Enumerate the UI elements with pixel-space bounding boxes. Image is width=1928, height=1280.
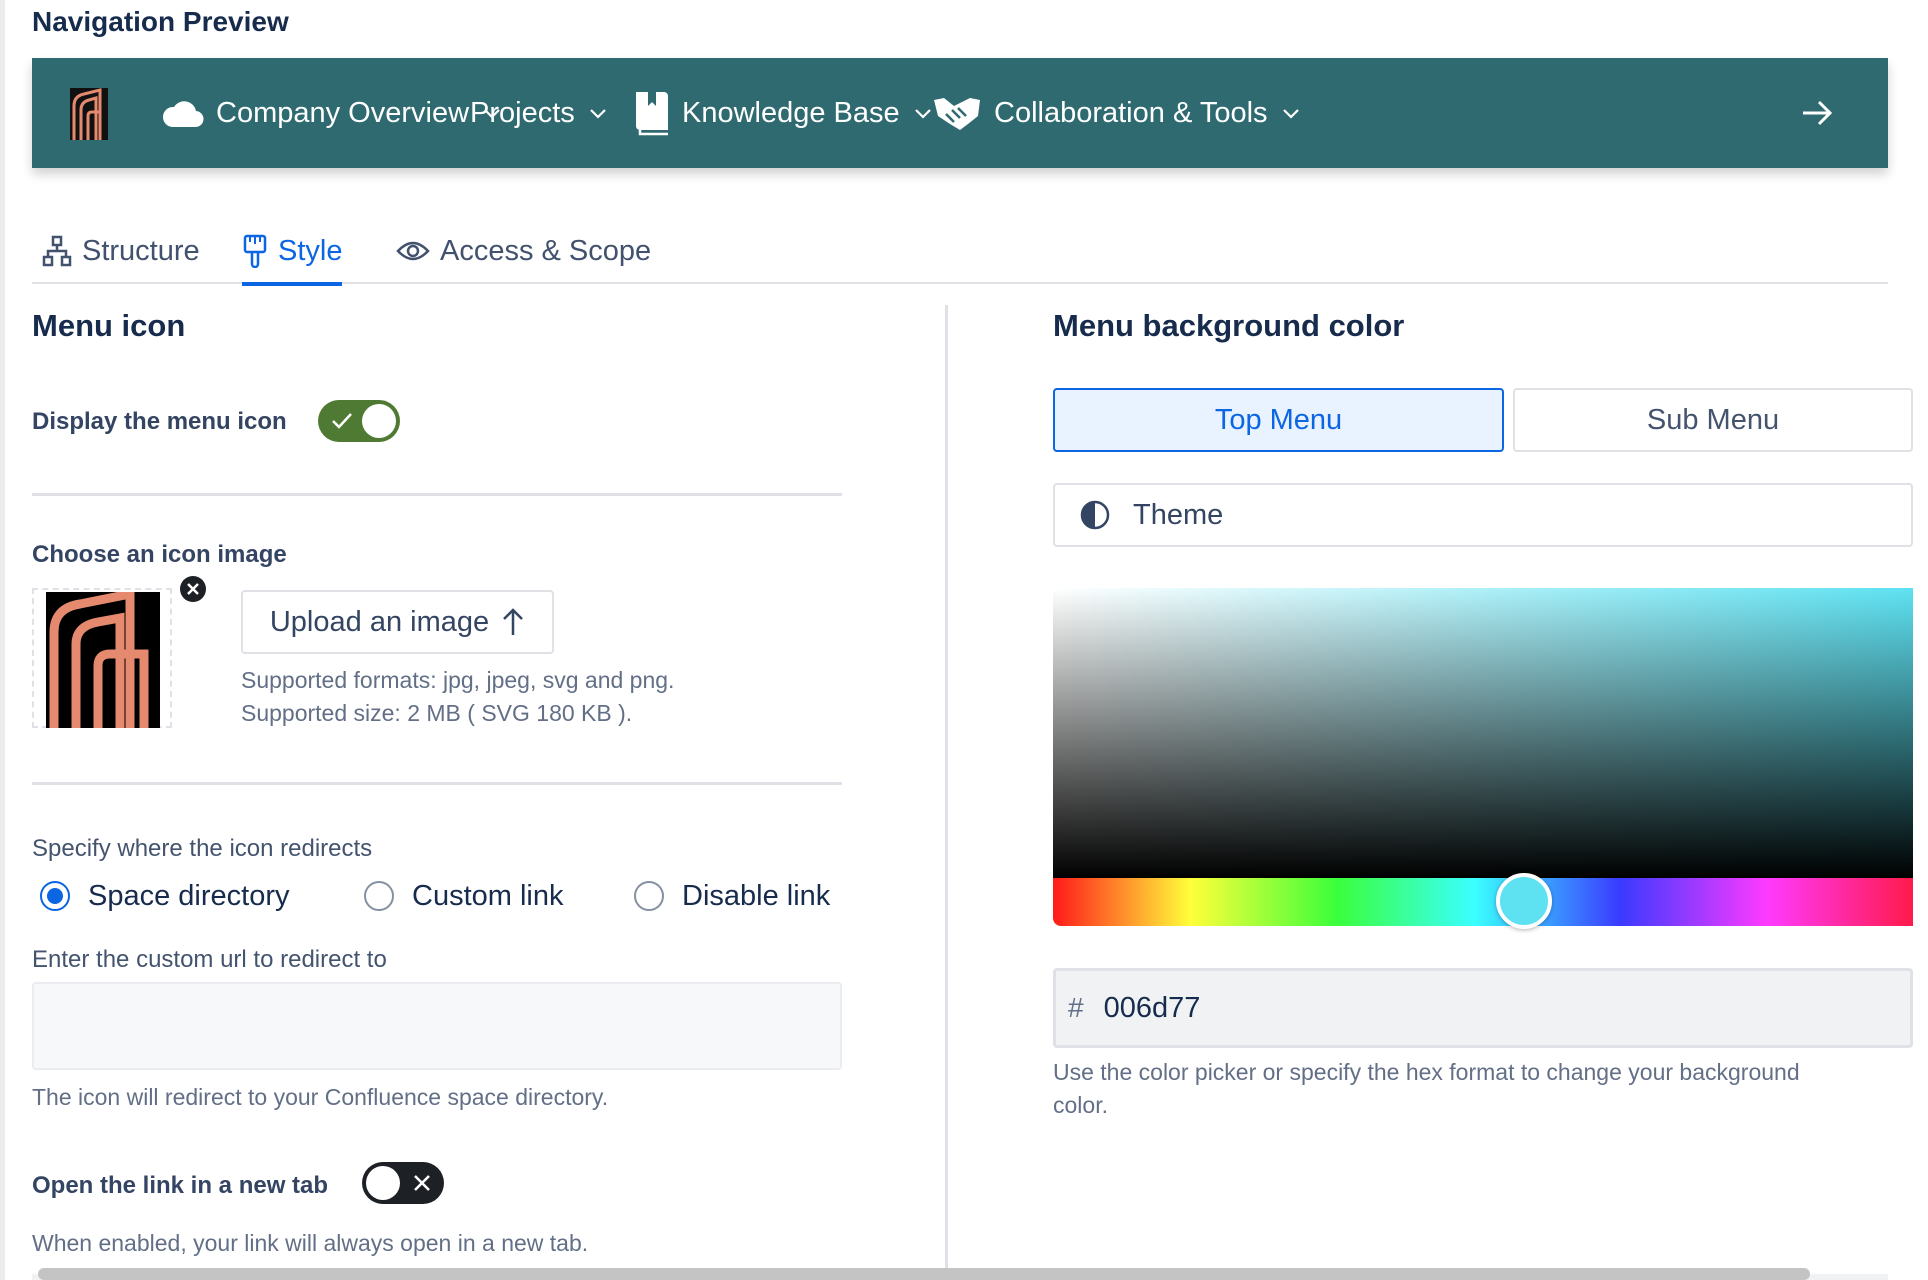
arrow-up-icon	[503, 608, 524, 635]
horizontal-scrollbar-thumb[interactable]	[38, 1268, 1810, 1280]
new-tab-help: When enabled, your link will always open…	[32, 1230, 589, 1256]
radio-disable-link[interactable]: Disable link	[634, 876, 830, 916]
preview-title: Navigation Preview	[32, 6, 289, 37]
radio-button[interactable]	[40, 881, 70, 911]
hex-value: 006d77	[1103, 991, 1201, 1024]
settings-tabs: Structure Style Access & Scope	[32, 218, 1888, 286]
radio-space-directory[interactable]: Space directory	[40, 876, 290, 916]
contrast-icon	[1080, 500, 1110, 530]
left-edge	[0, 0, 5, 1280]
tab-access-scope[interactable]: Access & Scope	[396, 218, 651, 284]
upload-image-button[interactable]: Upload an image	[241, 590, 554, 654]
check-icon	[332, 413, 352, 429]
redirect-label: Specify where the icon redirects	[32, 835, 373, 862]
segment-sub-menu[interactable]: Sub Menu	[1513, 388, 1913, 452]
radio-label: Custom link	[412, 879, 564, 912]
toggle-knob	[362, 404, 396, 438]
chevron-down-icon	[1282, 109, 1299, 119]
arrow-right-icon[interactable]	[1800, 96, 1834, 130]
nav-item-collaboration-tools[interactable]: Collaboration & Tools	[932, 58, 1300, 168]
hierarchy-icon	[42, 235, 72, 267]
hue-slider[interactable]	[1053, 878, 1913, 926]
tab-label: Structure	[82, 234, 200, 267]
tab-label: Access & Scope	[440, 234, 652, 267]
nav-item-label: Knowledge Base	[682, 96, 900, 129]
radio-label: Space directory	[88, 879, 290, 912]
icon-image-preview	[32, 588, 172, 728]
color-help-line-1: Use the color picker or specify the hex …	[1053, 1059, 1800, 1085]
nav-item-company-overview[interactable]: Company Overview	[162, 58, 501, 168]
nav-item-projects[interactable]: Projects	[470, 58, 607, 168]
custom-url-input[interactable]	[32, 982, 842, 1070]
size-help: Supported size: 2 MB ( SVG 180 KB ).	[241, 700, 633, 726]
menu-icon-heading: Menu icon	[32, 308, 186, 343]
new-tab-label: Open the link in a new tab	[32, 1172, 329, 1199]
nav-item-label: Projects	[470, 96, 575, 129]
radio-custom-link[interactable]: Custom link	[364, 876, 564, 916]
hash-symbol: #	[1068, 992, 1084, 1023]
display-menu-icon-toggle[interactable]	[318, 400, 400, 442]
divider	[32, 493, 842, 496]
handshake-icon	[934, 98, 980, 130]
nav-item-label: Company Overview	[216, 96, 470, 129]
menu-logo-image	[46, 592, 160, 728]
background-color-heading: Menu background color	[1053, 308, 1405, 343]
close-icon	[187, 583, 199, 595]
saturation-value-picker[interactable]	[1053, 588, 1913, 878]
book-icon	[636, 92, 668, 136]
nav-item-label: Collaboration & Tools	[994, 96, 1268, 129]
upload-button-label: Upload an image	[269, 605, 490, 638]
custom-url-label: Enter the custom url to redirect to	[32, 946, 387, 973]
choose-icon-label: Choose an icon image	[32, 541, 287, 568]
close-icon	[414, 1175, 430, 1191]
formats-help: Supported formats: jpg, jpeg, svg and pn…	[241, 667, 675, 693]
panel-separator	[945, 305, 948, 1275]
remove-image-button[interactable]	[180, 576, 206, 602]
theme-select[interactable]: Theme	[1053, 483, 1913, 547]
chevron-down-icon	[914, 109, 931, 119]
tab-label: Style	[278, 234, 343, 267]
hue-slider-handle[interactable]	[1496, 873, 1552, 929]
divider	[32, 782, 842, 785]
hex-color-input[interactable]: # 006d77	[1053, 968, 1913, 1048]
toggle-knob	[366, 1166, 400, 1200]
menu-logo-icon[interactable]	[70, 88, 108, 140]
theme-label: Theme	[1133, 498, 1224, 531]
radio-button[interactable]	[634, 881, 664, 911]
cloud-icon	[162, 101, 204, 128]
redirect-help: The icon will redirect to your Confluenc…	[32, 1084, 609, 1110]
paintbrush-icon	[243, 234, 267, 268]
tab-structure[interactable]: Structure	[42, 218, 200, 284]
navigation-preview-bar: Company Overview Projects Knowledge Base…	[32, 58, 1888, 168]
segment-top-menu[interactable]: Top Menu	[1053, 388, 1504, 452]
display-menu-icon-label: Display the menu icon	[32, 408, 287, 435]
radio-button[interactable]	[364, 881, 394, 911]
radio-label: Disable link	[682, 879, 831, 912]
color-help-line-2: color.	[1053, 1092, 1108, 1118]
nav-item-knowledge-base[interactable]: Knowledge Base	[634, 58, 932, 168]
eye-icon	[396, 241, 430, 261]
tab-style[interactable]: Style	[242, 218, 343, 286]
chevron-down-icon	[589, 109, 606, 119]
new-tab-toggle[interactable]	[362, 1162, 444, 1204]
